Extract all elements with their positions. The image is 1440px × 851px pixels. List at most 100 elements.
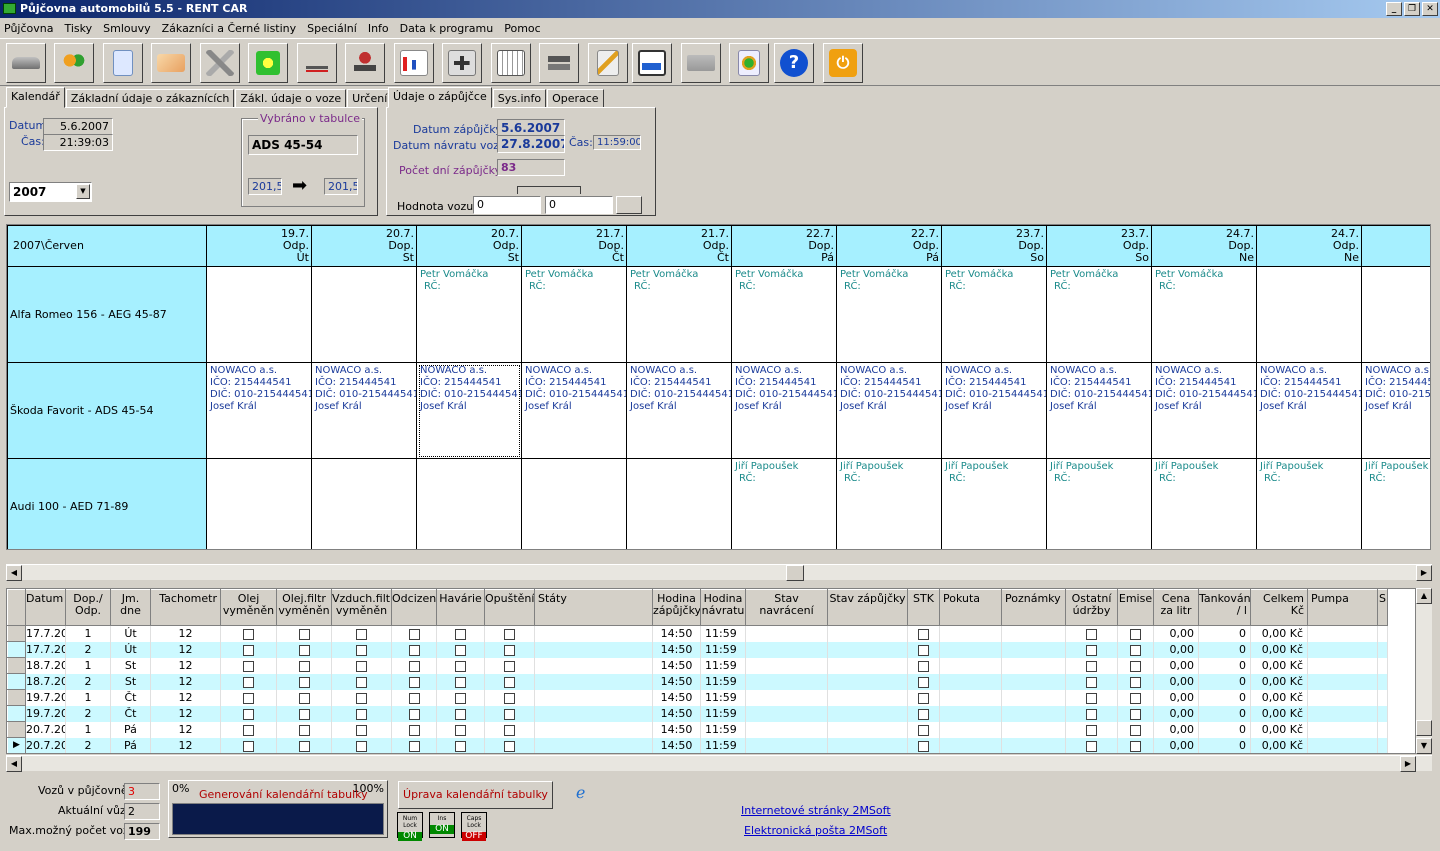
grid-checkbox-cell[interactable] [436,689,485,706]
edit-icon[interactable] [588,43,628,83]
grid-cell[interactable]: 11:59 [700,657,746,674]
grid-cell[interactable] [827,673,908,690]
grid-cell[interactable] [745,641,828,658]
grid-cell[interactable]: Čt [110,689,151,706]
grid-cell[interactable]: 18.7.2007 [25,673,66,690]
calendar-cell[interactable]: Petr Vomáčka RČ: [941,266,1047,363]
grid-checkbox-cell[interactable] [907,657,940,674]
menu-item-pomoc[interactable]: Pomoc [504,22,540,35]
grid-checkbox-cell[interactable] [276,625,332,642]
grid-column-header[interactable]: Hodina zápůjčky [652,589,701,626]
grid-checkbox-cell[interactable] [484,657,535,674]
tab-kalendar[interactable]: Kalendář [6,87,65,108]
calendar-cell[interactable]: NOWACO a.s.IČO: 215444541DIČ: 010-215444… [626,362,732,459]
grid-column-header[interactable]: Cena za litr [1153,589,1199,626]
grid-cell[interactable]: 0 [1198,625,1251,642]
calendar-cell[interactable]: NOWACO a.s.IČO: 215444541DIČ: 010-215444… [1361,362,1430,459]
grid-checkbox-cell[interactable] [1117,705,1154,722]
grid-checkbox-cell[interactable] [220,673,277,690]
grid-cell[interactable]: 0,00 [1153,705,1199,722]
grid-checkbox-cell[interactable] [907,625,940,642]
grid-cell[interactable]: 20.7.2007 [25,737,66,753]
grid-checkbox-cell[interactable] [907,689,940,706]
grid-column-header[interactable]: Stav zápůjčky [827,589,908,626]
scroll-left-icon[interactable]: ◀ [6,565,22,581]
grid-cell[interactable]: Út [110,625,151,642]
grid-cell[interactable]: 2 [65,705,111,722]
grid-cell[interactable]: 0,00 [1153,673,1199,690]
email-link[interactable]: Elektronická pošta 2MSoft [744,824,887,837]
grid-cell[interactable]: 12 [150,689,221,706]
row-indicator[interactable] [7,657,26,674]
grid-checkbox-cell[interactable] [331,721,392,738]
checkbox[interactable] [243,660,254,672]
grid-cell[interactable]: 0,00 [1153,657,1199,674]
grid-cell[interactable] [1307,657,1378,674]
grid-column-header[interactable]: Stav navrácení [745,589,828,626]
checkbox[interactable] [1086,724,1097,736]
grid-checkbox-cell[interactable] [1117,737,1154,753]
grid-checkbox-cell[interactable] [276,657,332,674]
grid-column-header[interactable]: STK [907,589,940,626]
grid-checkbox-cell[interactable] [1117,641,1154,658]
grid-cell[interactable]: 0,00 [1153,737,1199,753]
calendar-column-header[interactable]: 23.7. Odp. So [1046,225,1152,267]
grid-checkbox-cell[interactable] [276,705,332,722]
help-icon[interactable]: ? [774,43,814,83]
checkbox[interactable] [298,628,310,640]
grid-cell[interactable]: 14:50 [652,705,701,722]
grid-cell[interactable]: 12 [150,641,221,658]
grid-cell[interactable] [1001,705,1066,722]
menu-item-smlouvy[interactable]: Smlouvy [103,22,150,35]
checkbox[interactable] [504,676,515,688]
grid-cell[interactable] [939,721,1002,738]
checkbox[interactable] [455,676,466,688]
scroll-right-icon[interactable]: ▶ [1416,565,1432,581]
grid-column-header[interactable]: Olej.filtr vyměněn [276,589,332,626]
checkbox[interactable] [504,740,515,752]
menu-item-pujcovna[interactable]: Půjčovna [4,22,53,35]
grid-checkbox-cell[interactable] [220,721,277,738]
grid-checkbox-cell[interactable] [220,689,277,706]
calendar-column-header[interactable]: 22.7. Dop. Pá [731,225,837,267]
calendar-cell[interactable]: NOWACO a.s.IČO: 215444541DIČ: 010-215444… [1046,362,1152,459]
grid-cell[interactable] [745,689,828,706]
checkbox[interactable] [243,708,254,720]
grid-cell[interactable]: Pá [110,737,151,753]
grid-cell[interactable] [745,625,828,642]
car-icon[interactable] [6,43,46,83]
calendar-cell[interactable]: NOWACO a.s.IČO: 215444541DIČ: 010-215444… [1151,362,1257,459]
grid-checkbox-cell[interactable] [220,625,277,642]
grid-checkbox-cell[interactable] [331,705,392,722]
calendar-cell[interactable]: Petr Vomáčka RČ: [416,266,522,363]
grid-checkbox-cell[interactable] [436,625,485,642]
row-indicator[interactable] [7,625,26,642]
calendar-cell[interactable]: NOWACO a.s.IČO: 215444541DIČ: 010-215444… [1256,362,1362,459]
car-value-button[interactable] [616,196,642,214]
grid-cell[interactable]: 0,00 Kč [1250,641,1308,658]
grid-checkbox-cell[interactable] [1117,657,1154,674]
grid-cell[interactable]: 12 [150,657,221,674]
grid-column-header[interactable]: Státy [534,589,653,626]
grid-cell[interactable] [939,641,1002,658]
checkbox[interactable] [408,676,420,688]
row-indicator[interactable]: ▶ [7,737,26,753]
grid-checkbox-cell[interactable] [391,705,437,722]
year-select[interactable]: 2007 ▼ [9,182,92,202]
checkbox[interactable] [1130,692,1141,704]
checkbox[interactable] [298,676,310,688]
checkbox[interactable] [243,740,254,752]
grid-checkbox-cell[interactable] [391,737,437,753]
row-indicator[interactable] [7,673,26,690]
calendar-cell[interactable]: Petr Vomáčka RČ: [836,266,942,363]
checkbox[interactable] [1086,740,1097,752]
grid-checkbox-cell[interactable] [1117,625,1154,642]
grid-checkbox-cell[interactable] [436,737,485,753]
restore-button[interactable]: ❐ [1404,2,1420,16]
table-row[interactable]: 17.7.20071Út12 14:5011:59 0,0000,00 Kč [7,625,1388,642]
grid-cell[interactable] [939,673,1002,690]
car-return-icon[interactable] [297,43,337,83]
checkbox[interactable] [298,708,310,720]
menu-item-tisky[interactable]: Tisky [64,22,92,35]
tab-operace[interactable]: Operace [547,89,604,108]
